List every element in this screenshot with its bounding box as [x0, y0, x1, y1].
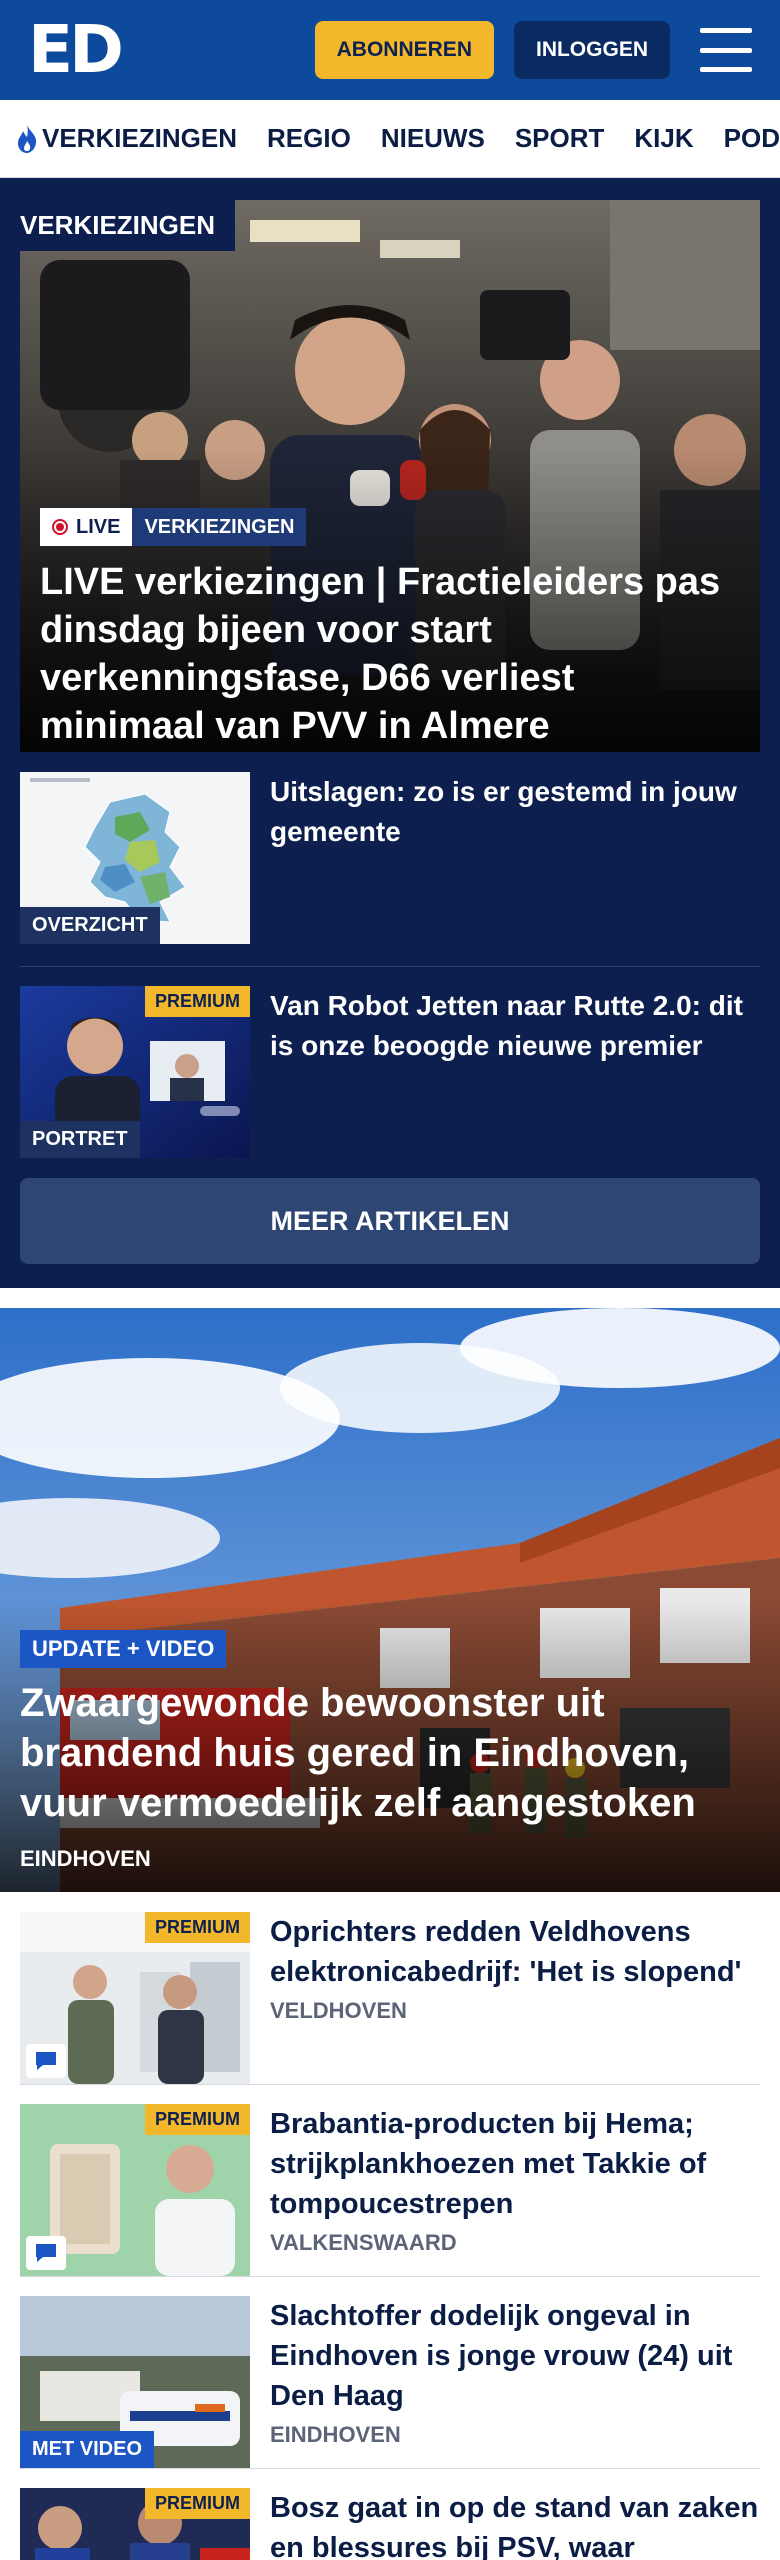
more-articles-button[interactable]: MEER ARTIKELEN	[20, 1178, 760, 1264]
list-item-body: Brabantia-producten bij Hema; strijkplan…	[270, 2104, 760, 2276]
main-hero-location: EINDHOVEN	[20, 1846, 151, 1871]
article-card[interactable]: PREMIUM PORTRET Van Robot Jetten naar Ru…	[20, 986, 760, 1158]
main-hero-headline[interactable]: Zwaargewonde bewoonster uit brandend hui…	[20, 1678, 750, 1828]
article-thumbnail: PREMIUM	[20, 1912, 250, 2084]
flame-icon	[18, 124, 37, 153]
list-item-body: Slachtoffer dodelijk ongeval in Eindhove…	[270, 2296, 760, 2468]
update-badge: UPDATE + VIDEO	[20, 1630, 227, 1668]
premium-badge: PREMIUM	[145, 1912, 250, 1943]
premium-badge: PREMIUM	[145, 2104, 250, 2135]
elections-section: VERKIEZINGEN LIVE VERKIEZINGEN LIVE verk…	[0, 178, 780, 1288]
article-card[interactable]: OVERZICHT Uitslagen: zo is er gestemd in…	[20, 772, 760, 944]
article-thumbnail: MET VIDEO	[20, 2296, 250, 2468]
divider	[20, 2468, 760, 2469]
nav-item-sport[interactable]: SPORT	[515, 123, 605, 154]
article-thumbnail: PREMIUM	[20, 2488, 250, 2560]
list-item[interactable]: MET VIDEO Slachtoffer dodelijk ongeval i…	[20, 2296, 760, 2468]
list-item-title[interactable]: Oprichters redden Veldhovens elektronica…	[270, 1912, 760, 1992]
nav-label: VERKIEZINGEN	[42, 123, 238, 153]
thumbnail-label: OVERZICHT	[20, 907, 160, 944]
premium-badge: PREMIUM	[145, 986, 250, 1017]
list-item-title[interactable]: Brabantia-producten bij Hema; strijkplan…	[270, 2104, 760, 2224]
list-item-location: VELDHOVEN	[270, 1998, 407, 2023]
main-nav: VERKIEZINGEN REGIO NIEUWS SPORT KIJK POD…	[0, 100, 780, 178]
list-item-body: Oprichters redden Veldhovens elektronica…	[270, 1912, 760, 2084]
premium-badge: PREMIUM	[145, 2488, 250, 2519]
ed-logo[interactable]: ED	[28, 17, 124, 83]
list-item-title[interactable]: Bosz gaat in op de stand van zaken en bl…	[270, 2488, 760, 2560]
article-thumbnail: PREMIUM	[20, 2104, 250, 2276]
nav-item-regio[interactable]: REGIO	[267, 123, 351, 154]
live-dot-icon	[52, 519, 68, 535]
nav-item-kijk[interactable]: KIJK	[634, 123, 693, 154]
subscribe-button[interactable]: ABONNEREN	[314, 21, 494, 79]
category-badge: VERKIEZINGEN	[132, 508, 307, 546]
list-item[interactable]: PREMIUM Bosz gaat in op de stand van zak…	[20, 2488, 760, 2560]
live-label: LIVE	[76, 515, 121, 538]
login-button[interactable]: INLOGGEN	[513, 21, 670, 79]
nav-item-nieuws[interactable]: NIEUWS	[381, 123, 485, 154]
top-header: ED ABONNEREN INLOGGEN	[0, 0, 780, 100]
divider	[20, 2276, 760, 2277]
divider	[20, 966, 760, 967]
list-item[interactable]: PREMIUM Oprichters redden Veldhovens ele…	[20, 1912, 760, 2084]
thumbnail-label: PORTRET	[20, 1121, 140, 1158]
article-thumbnail: PREMIUM PORTRET	[20, 986, 250, 1158]
comment-icon	[26, 2044, 66, 2078]
elections-hero[interactable]: VERKIEZINGEN LIVE VERKIEZINGEN LIVE verk…	[20, 200, 760, 752]
article-thumbnail: OVERZICHT	[20, 772, 250, 944]
list-item-body: Bosz gaat in op de stand van zaken en bl…	[270, 2488, 760, 2560]
nav-item-verkiezingen[interactable]: VERKIEZINGEN	[16, 123, 237, 154]
article-title[interactable]: Van Robot Jetten naar Rutte 2.0: dit is …	[270, 986, 760, 1158]
app: ED ABONNEREN INLOGGEN VERKIEZINGEN REGIO…	[0, 0, 780, 2560]
hero-labels: LIVE VERKIEZINGEN	[40, 508, 307, 546]
list-item-location: EINDHOVEN	[270, 2422, 401, 2447]
article-title[interactable]: Uitslagen: zo is er gestemd in jouw geme…	[270, 772, 760, 944]
video-label: MET VIDEO	[20, 2431, 155, 2468]
list-item-location: VALKENSWAARD	[270, 2230, 457, 2255]
live-badge: LIVE	[40, 508, 133, 546]
hamburger-menu-icon[interactable]	[700, 28, 752, 72]
header-actions: ABONNEREN INLOGGEN	[314, 21, 752, 79]
list-item[interactable]: PREMIUM Brabantia-producten bij Hema; st…	[20, 2104, 760, 2276]
divider	[20, 2084, 760, 2085]
hero-headline[interactable]: LIVE verkiezingen | Fractieleiders pas d…	[40, 558, 740, 750]
list-item-title[interactable]: Slachtoffer dodelijk ongeval in Eindhove…	[270, 2296, 760, 2416]
section-label: VERKIEZINGEN	[20, 200, 236, 251]
main-hero[interactable]: UPDATE + VIDEO Zwaargewonde bewoonster u…	[0, 1308, 780, 1892]
nav-item-podcast[interactable]: PODC	[724, 123, 780, 154]
comment-icon	[26, 2236, 66, 2270]
